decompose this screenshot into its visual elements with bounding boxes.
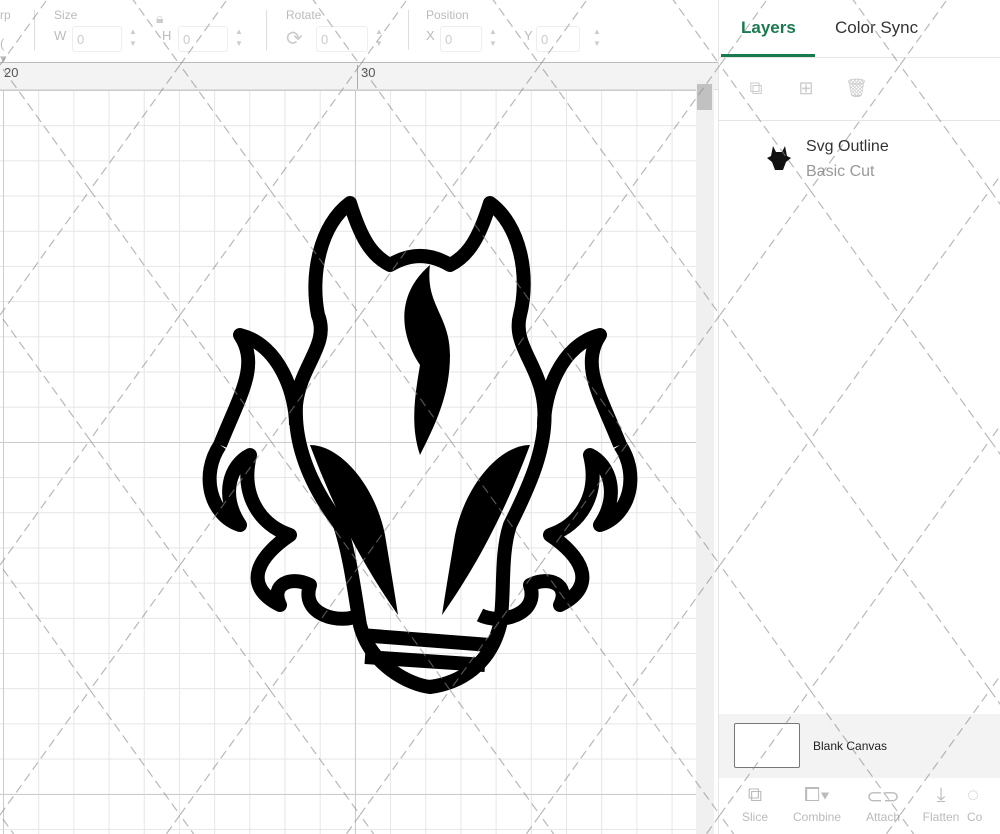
width-stepper[interactable]: ▲ ▼ xyxy=(126,26,140,52)
height-stepper[interactable]: ▲ ▼ xyxy=(232,26,246,52)
attach-icon: ⊂⊃ xyxy=(866,786,900,808)
combine-label: Combine xyxy=(792,810,842,824)
layer-name: Svg Outline xyxy=(806,138,889,155)
canvas-thumbnail xyxy=(734,723,800,768)
design-canvas[interactable] xyxy=(0,90,696,834)
y-label: Y xyxy=(524,28,533,43)
warp-label: rp xyxy=(0,8,11,22)
flatten-label: Flatten xyxy=(922,810,960,824)
divider xyxy=(34,10,35,50)
scrollbar-thumb[interactable] xyxy=(697,84,712,110)
position-group: Position X 0 ▲ ▼ Y 0 ▲ ▼ xyxy=(426,8,616,58)
blank-canvas-row[interactable]: Blank Canvas xyxy=(719,714,1000,778)
position-label: Position xyxy=(426,8,469,22)
size-group: Size W 0 ▲ ▼ 🔒︎ H 0 ▲ ▼ xyxy=(54,8,254,58)
divider xyxy=(266,10,267,50)
ruler-tick-label: 30 xyxy=(357,65,375,89)
flatten-button[interactable]: ⤓ Flatten xyxy=(911,784,971,824)
edit-toolbar: rp ( ▾ Size W 0 ▲ ▼ 🔒︎ H 0 ▲ ▼ Rotate ⟳ 0 … xyxy=(0,0,718,66)
horizontal-ruler: 20 30 xyxy=(0,62,718,90)
canvas-scrollbar[interactable] xyxy=(696,80,714,834)
y-stepper[interactable]: ▲ ▼ xyxy=(590,26,604,52)
combine-icon: ⧠▾ xyxy=(804,784,830,806)
rotate-group: Rotate ⟳ 0 ▲ ▼ xyxy=(286,8,396,58)
flatten-icon: ⤓ xyxy=(936,784,946,806)
width-label: W xyxy=(54,28,67,43)
combine-button[interactable]: ⧠▾ Combine xyxy=(787,784,847,824)
layer-item[interactable]: Svg Outline Basic Cut xyxy=(719,130,1000,190)
attach-button[interactable]: ⊂⊃ Attach xyxy=(853,784,913,824)
x-label: X xyxy=(426,28,435,43)
layers-panel: Layers Color Sync ⧉ ⊞ 🗑︎ Svg Outline Bas… xyxy=(718,0,1000,834)
delete-icon[interactable]: 🗑︎ xyxy=(845,78,868,100)
x-stepper[interactable]: ▲ ▼ xyxy=(486,26,500,52)
rotate-icon: ⟳ xyxy=(286,28,303,50)
divider xyxy=(408,10,409,50)
size-label: Size xyxy=(54,8,78,22)
contour-button[interactable]: ◌ Co xyxy=(967,784,1000,824)
group-icon[interactable]: ⧉ xyxy=(745,78,767,100)
duplicate-icon[interactable]: ⊞ xyxy=(795,78,817,100)
blank-canvas-label: Blank Canvas xyxy=(813,739,888,753)
layer-type: Basic Cut xyxy=(806,163,875,180)
lock-icon[interactable]: 🔒︎ xyxy=(156,10,163,27)
rotate-input[interactable]: 0 xyxy=(316,26,368,52)
height-input[interactable]: 0 xyxy=(178,26,228,52)
contour-label: Co xyxy=(967,810,983,824)
slice-icon: ⧉ xyxy=(747,784,763,806)
attach-label: Attach xyxy=(865,810,901,824)
rotate-stepper[interactable]: ▲ ▼ xyxy=(372,26,386,52)
layer-thumbnail-icon xyxy=(767,146,791,170)
divider xyxy=(719,120,1000,121)
slice-button[interactable]: ⧉ Slice xyxy=(725,784,785,824)
ruler-tick-label: 20 xyxy=(4,65,19,80)
y-input[interactable]: 0 xyxy=(536,26,580,52)
contour-icon: ◌ xyxy=(967,784,979,806)
divider xyxy=(719,57,1000,58)
horse-head-design[interactable] xyxy=(200,195,640,695)
height-label: H xyxy=(162,28,172,43)
slice-label: Slice xyxy=(741,810,768,824)
width-input[interactable]: 0 xyxy=(72,26,122,52)
tab-color-sync[interactable]: Color Sync xyxy=(835,18,918,38)
rotate-label: Rotate xyxy=(286,8,322,22)
tab-layers[interactable]: Layers xyxy=(741,18,796,38)
x-input[interactable]: 0 xyxy=(440,26,482,52)
